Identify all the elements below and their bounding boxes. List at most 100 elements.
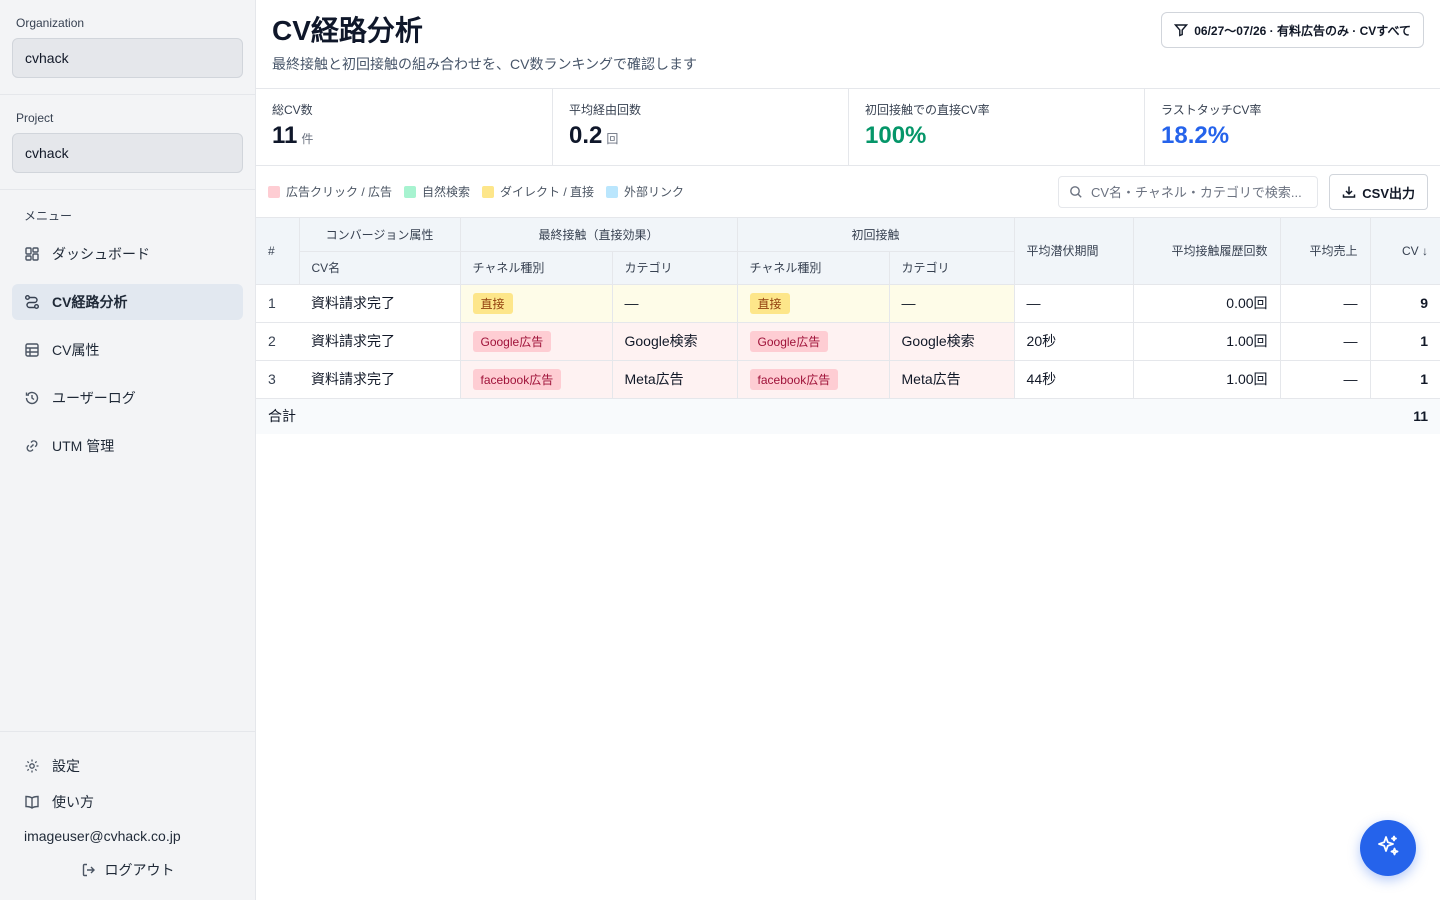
kpi-value: 18.2% xyxy=(1161,122,1230,149)
history-icon xyxy=(24,390,40,406)
table-row[interactable]: 2 資料請求完了 Google広告 Google検索 Google広告 Goog… xyxy=(256,322,1440,361)
page-header: CV経路分析 最終接触と初回接触の組み合わせを、CV数ランキングで確認します 0… xyxy=(256,0,1440,88)
kpi-value: 100% xyxy=(865,122,927,149)
main-content: CV経路分析 最終接触と初回接触の組み合わせを、CV数ランキングで確認します 0… xyxy=(256,0,1440,900)
sidebar-item-user-log[interactable]: ユーザーログ xyxy=(12,380,243,416)
legend-swatch xyxy=(482,185,495,198)
channel-badge: Google広告 xyxy=(749,330,829,352)
col-header-last-category[interactable]: カテゴリ xyxy=(612,251,738,285)
cell-index: 3 xyxy=(256,360,299,399)
col-header-last-channel[interactable]: チャネル種別 xyxy=(460,251,613,285)
settings-label: 設定 xyxy=(52,758,80,774)
col-header-first-channel[interactable]: チャネル種別 xyxy=(737,251,890,285)
csv-export-button[interactable]: CSV出力 xyxy=(1329,174,1428,210)
sidebar-item-label: UTM 管理 xyxy=(52,438,115,454)
kpi-last-touch-rate: ラストタッチCV率 18.2% xyxy=(1145,89,1440,165)
book-icon xyxy=(24,794,40,810)
table-row[interactable]: 3 資料請求完了 facebook広告 Meta広告 facebook広告 Me… xyxy=(256,360,1440,399)
sparkle-icon xyxy=(1375,833,1401,864)
cell-index: 1 xyxy=(256,284,299,323)
page-subtitle: 最終接触と初回接触の組み合わせを、CV数ランキングで確認します xyxy=(272,56,698,72)
kpi-label: 総CV数 xyxy=(272,103,313,117)
table-row[interactable]: 1 資料請求完了 直接 — 直接 — — 0.00回 — 9 xyxy=(256,284,1440,323)
col-group-conversion: コンバージョン属性 xyxy=(299,218,461,252)
project-label: Project xyxy=(16,111,54,125)
total-row: 合計 11 xyxy=(256,398,1440,434)
cell-last-channel: Google広告 xyxy=(460,322,613,361)
cell-last-category: — xyxy=(612,284,738,323)
legend-label: ダイレクト / 直接 xyxy=(500,185,595,199)
table-toolbar: 広告クリック / 広告 自然検索 ダイレクト / 直接 外部リンク CSV出力 xyxy=(256,166,1440,218)
col-header-cv[interactable]: CV ↓ xyxy=(1370,218,1440,285)
cell-cv-name: 資料請求完了 xyxy=(299,284,461,323)
cell-first-channel: Google広告 xyxy=(737,322,890,361)
col-header-cv-name[interactable]: CV名 xyxy=(299,251,461,285)
kpi-number: 0.2 xyxy=(569,122,603,149)
search-box xyxy=(1058,176,1318,208)
kpi-value: 11 件 xyxy=(272,122,536,150)
total-label: 合計 xyxy=(256,398,1371,434)
cell-cv-name: 資料請求完了 xyxy=(299,360,461,399)
kpi-label: 平均経由回数 xyxy=(569,103,642,117)
col-header-touch-count[interactable]: 平均接触履歴回数 xyxy=(1133,218,1281,285)
organization-label: Organization xyxy=(16,16,85,30)
channel-badge: Google広告 xyxy=(472,330,552,352)
project-select[interactable]: cvhack xyxy=(12,133,243,173)
cell-revenue: — xyxy=(1280,284,1371,323)
channel-badge: facebook広告 xyxy=(749,368,839,390)
sidebar-item-cv-attributes[interactable]: CV属性 xyxy=(12,332,243,368)
sidebar-item-help[interactable]: 使い方 xyxy=(12,784,243,820)
cell-cv: 1 xyxy=(1370,360,1440,399)
cell-cv: 9 xyxy=(1370,284,1440,323)
download-icon xyxy=(1342,185,1356,199)
total-cv: 11 xyxy=(1370,398,1440,434)
legend-swatch xyxy=(268,185,280,198)
legend-swatch xyxy=(404,185,417,198)
sidebar-item-dashboard[interactable]: ダッシュボード xyxy=(12,236,243,272)
sidebar-item-label: CV属性 xyxy=(52,342,100,358)
cell-revenue: — xyxy=(1280,322,1371,361)
legend-swatch xyxy=(606,185,619,198)
cell-first-channel: 直接 xyxy=(737,284,890,323)
cell-first-category: — xyxy=(889,284,1015,323)
col-header-first-category[interactable]: カテゴリ xyxy=(889,251,1015,285)
sidebar-item-cv-route[interactable]: CV経路分析 xyxy=(12,284,243,320)
table-icon xyxy=(24,342,40,358)
cell-touch-count: 1.00回 xyxy=(1133,322,1281,361)
sidebar-item-label: ユーザーログ xyxy=(52,390,136,406)
col-group-last-touch: 最終接触（直接効果） xyxy=(460,218,738,252)
legend-item-ad: 広告クリック / 広告 xyxy=(268,183,392,200)
col-header-latency[interactable]: 平均潜伏期間 xyxy=(1014,218,1134,285)
sidebar-footer: 設定 使い方 imageuser@cvhack.co.jp ログアウト xyxy=(0,731,255,900)
cell-latency: 44秒 xyxy=(1014,360,1134,399)
ai-assistant-button[interactable] xyxy=(1360,820,1416,876)
route-icon xyxy=(24,294,40,310)
col-header-revenue[interactable]: 平均売上 xyxy=(1280,218,1371,285)
sidebar-item-label: CV経路分析 xyxy=(52,294,128,310)
cell-latency: — xyxy=(1014,284,1134,323)
legend-item-organic: 自然検索 xyxy=(404,183,470,200)
help-label: 使い方 xyxy=(52,794,94,810)
csv-export-label: CSV出力 xyxy=(1362,185,1415,201)
kpi-value: 0.2 回 xyxy=(569,122,832,150)
logout-button[interactable]: ログアウト xyxy=(0,852,255,888)
kpi-number: 11 xyxy=(272,122,298,149)
sidebar-item-settings[interactable]: 設定 xyxy=(12,748,243,784)
filter-button[interactable]: 06/27〜07/26 · 有料広告のみ · CVすべて xyxy=(1161,12,1424,48)
kpi-unit: 件 xyxy=(301,132,314,146)
cell-first-category: Meta広告 xyxy=(889,360,1015,399)
link-icon xyxy=(24,438,40,454)
channel-badge: 直接 xyxy=(749,292,790,314)
sidebar-item-utm[interactable]: UTM 管理 xyxy=(12,428,243,464)
cell-first-category: Google検索 xyxy=(889,322,1015,361)
search-input[interactable] xyxy=(1091,184,1301,200)
organization-select[interactable]: cvhack xyxy=(12,38,243,78)
legend-label: 外部リンク xyxy=(624,185,685,199)
cell-revenue: — xyxy=(1280,360,1371,399)
cell-last-channel: 直接 xyxy=(460,284,613,323)
sidebar: Organization cvhack Project cvhack メニュー … xyxy=(0,0,256,900)
search-icon xyxy=(1069,185,1083,199)
dashboard-icon xyxy=(24,246,40,262)
logout-icon xyxy=(81,862,97,878)
cell-touch-count: 1.00回 xyxy=(1133,360,1281,399)
